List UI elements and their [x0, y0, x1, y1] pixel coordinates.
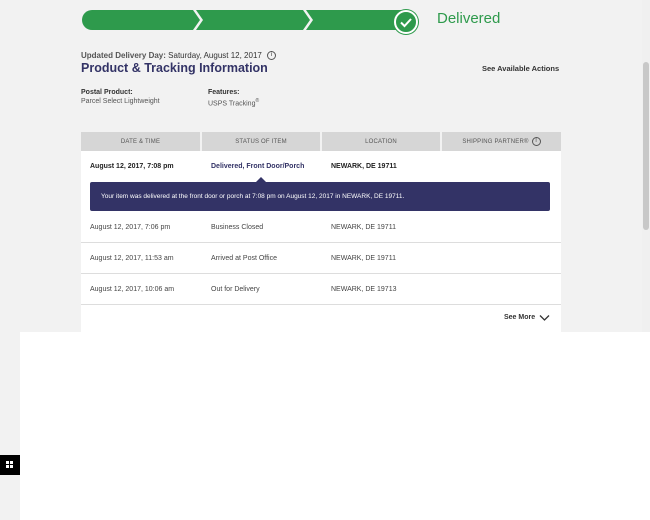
row-location: NEWARK, DE 19711	[331, 162, 397, 170]
row-location: NEWARK, DE 19711	[331, 254, 396, 262]
see-more-button[interactable]: See More	[504, 314, 535, 321]
header-shipping-partner-label: SHIPPING PARTNER®	[462, 138, 529, 145]
delivered-check-icon	[394, 10, 418, 34]
row-date: August 12, 2017, 7:06 pm	[90, 223, 171, 231]
scrollbar-thumb[interactable]	[643, 62, 649, 230]
info-icon[interactable]: i	[267, 51, 277, 61]
features-value: USPS Tracking®	[208, 98, 259, 107]
row-date: August 12, 2017, 7:08 pm	[90, 162, 174, 170]
table-row: August 12, 2017, 7:08 pm Delivered, Fron…	[81, 151, 561, 181]
row-status: Business Closed	[211, 223, 264, 231]
shipping-partner-info-icon[interactable]: i	[531, 137, 541, 146]
see-available-actions-link[interactable]: See Available Actions	[482, 64, 559, 73]
row-date: August 12, 2017, 10:06 am	[90, 285, 175, 293]
postal-product-label: Postal Product:	[81, 89, 133, 96]
row-location: NEWARK, DE 19711	[331, 223, 396, 231]
registered-mark: ®	[255, 98, 260, 104]
delivery-status: Delivered	[437, 10, 501, 27]
updated-label: Updated Delivery Day:	[81, 51, 166, 60]
table-row: August 12, 2017, 10:06 am Out for Delive…	[81, 274, 561, 305]
chevron-down-icon[interactable]	[539, 314, 550, 322]
section-title: Product & Tracking Information	[81, 61, 268, 75]
table-row: August 12, 2017, 11:53 am Arrived at Pos…	[81, 243, 561, 274]
row-location: NEWARK, DE 19713	[331, 285, 397, 293]
header-location: LOCATION	[322, 132, 440, 151]
updated-value: Saturday, August 12, 2017	[168, 51, 262, 60]
header-shipping-partner: SHIPPING PARTNER® i	[442, 132, 561, 151]
features-value-text: USPS Tracking	[208, 100, 256, 108]
row-date: August 12, 2017, 11:53 am	[90, 254, 174, 262]
header-date-time: DATE & TIME	[81, 132, 200, 151]
delivery-detail-message: Your item was delivered at the front doo…	[90, 182, 550, 211]
windows-start-icon[interactable]	[0, 455, 20, 475]
updated-delivery-day: Updated Delivery Day: Saturday, August 1…	[81, 51, 277, 61]
features-label: Features:	[208, 89, 240, 96]
row-status: Arrived at Post Office	[211, 254, 278, 262]
table-row: August 12, 2017, 7:06 pm Business Closed…	[81, 212, 561, 243]
row-status: Out for Delivery	[211, 285, 260, 293]
delivery-progress-bar	[82, 10, 416, 30]
blank-overlay	[20, 332, 650, 520]
postal-product-value: Parcel Select Lightweight	[81, 98, 160, 105]
header-status: STATUS OF ITEM	[202, 132, 320, 151]
